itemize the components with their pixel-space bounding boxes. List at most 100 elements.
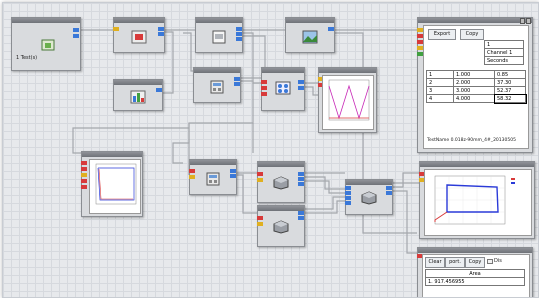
- output-port[interactable]: [236, 32, 242, 36]
- table-cell[interactable]: 2.000: [453, 78, 495, 87]
- table-cell[interactable]: 3: [426, 86, 454, 95]
- table-cell[interactable]: 58.32: [493, 93, 527, 104]
- chart-plot[interactable]: [89, 159, 141, 214]
- input-port[interactable]: [189, 169, 195, 173]
- output-port[interactable]: [298, 172, 304, 176]
- header-cell[interactable]: Channel 1: [484, 48, 524, 57]
- node-title[interactable]: [286, 18, 334, 23]
- output-port[interactable]: [234, 82, 240, 86]
- output-port[interactable]: [158, 32, 164, 36]
- output-port[interactable]: [386, 191, 392, 195]
- output-port[interactable]: [298, 182, 304, 186]
- image-node[interactable]: [285, 17, 335, 53]
- export-button[interactable]: port.: [445, 257, 465, 268]
- table-cell[interactable]: 1.000: [453, 70, 495, 79]
- node-title[interactable]: [258, 162, 304, 167]
- node-title[interactable]: [418, 18, 532, 23]
- node-title[interactable]: [319, 68, 376, 73]
- output-port[interactable]: [298, 80, 304, 84]
- input-port[interactable]: [257, 178, 263, 182]
- input-port[interactable]: [81, 173, 87, 177]
- node-title[interactable]: [190, 160, 236, 165]
- output-port[interactable]: [298, 211, 304, 215]
- node-title[interactable]: [114, 18, 164, 23]
- node-title[interactable]: [262, 68, 304, 73]
- output-port[interactable]: [230, 169, 236, 173]
- minimize-icon[interactable]: [520, 18, 525, 24]
- output-port[interactable]: [230, 174, 236, 178]
- table-row[interactable]: 4 4.000 58.32: [426, 93, 527, 104]
- input-port[interactable]: [257, 222, 263, 226]
- output-port[interactable]: [298, 86, 304, 90]
- input-port[interactable]: [345, 201, 351, 205]
- area-viewer-node[interactable]: Clear port. Copy Dis Area 1. 917.456955: [417, 247, 533, 297]
- chart-plot[interactable]: [424, 169, 532, 236]
- input-port[interactable]: [113, 27, 119, 31]
- display-checkbox[interactable]: [487, 259, 493, 264]
- input-port[interactable]: [189, 175, 195, 179]
- input-port[interactable]: [261, 86, 267, 90]
- node-title[interactable]: [346, 180, 392, 185]
- xy-chart-node[interactable]: [419, 161, 535, 239]
- table-cell[interactable]: 1: [426, 70, 454, 79]
- node-title[interactable]: [196, 18, 242, 23]
- cube-node[interactable]: [345, 179, 393, 215]
- process-node[interactable]: [261, 67, 305, 111]
- output-port[interactable]: [156, 88, 162, 92]
- output-port[interactable]: [73, 34, 79, 38]
- process-node[interactable]: [113, 17, 165, 53]
- header-cell[interactable]: 1: [484, 40, 524, 49]
- input-port[interactable]: [257, 216, 263, 220]
- table-cell[interactable]: 2: [426, 78, 454, 87]
- close-icon[interactable]: [526, 18, 531, 24]
- output-port[interactable]: [386, 186, 392, 190]
- area-header[interactable]: Area: [425, 269, 525, 278]
- process-node[interactable]: [195, 17, 243, 53]
- source-node-title[interactable]: [12, 18, 80, 23]
- area-value[interactable]: 1. 917.456955: [425, 277, 525, 286]
- chart-plot[interactable]: [322, 75, 374, 130]
- cube-node[interactable]: [257, 161, 305, 203]
- output-port[interactable]: [234, 77, 240, 81]
- output-port[interactable]: [298, 216, 304, 220]
- input-port[interactable]: [345, 186, 351, 190]
- clear-button[interactable]: Clear: [425, 257, 445, 268]
- input-port[interactable]: [81, 161, 87, 165]
- process-node[interactable]: [193, 67, 241, 103]
- process-node[interactable]: [189, 159, 237, 195]
- copy-button[interactable]: Copy: [465, 257, 485, 268]
- table-viewer-node[interactable]: Export Copy 1 Channel 1 Seconds 1 1.000 …: [417, 17, 533, 153]
- scatter-chart-node[interactable]: [81, 151, 143, 217]
- input-port[interactable]: [81, 179, 87, 183]
- node-title[interactable]: [418, 248, 532, 253]
- table-cell[interactable]: 3.000: [453, 86, 495, 95]
- header-cell[interactable]: Seconds: [484, 56, 524, 65]
- line-chart-node[interactable]: [318, 67, 377, 133]
- input-port[interactable]: [257, 172, 263, 176]
- table-cell[interactable]: 0.85: [494, 70, 526, 79]
- table-row[interactable]: 3 3.000 52.37: [426, 86, 526, 95]
- copy-button[interactable]: Copy: [460, 29, 484, 40]
- input-port[interactable]: [261, 80, 267, 84]
- node-title[interactable]: [114, 80, 162, 85]
- input-port[interactable]: [345, 196, 351, 200]
- output-port[interactable]: [73, 28, 79, 32]
- process-node[interactable]: [113, 79, 163, 111]
- node-title[interactable]: [194, 68, 240, 73]
- output-port[interactable]: [236, 27, 242, 31]
- output-port[interactable]: [236, 37, 242, 41]
- input-port[interactable]: [81, 185, 87, 189]
- input-port[interactable]: [345, 191, 351, 195]
- cube-node[interactable]: [257, 205, 305, 247]
- input-port[interactable]: [81, 167, 87, 171]
- table-cell[interactable]: 4: [426, 94, 454, 103]
- table-row[interactable]: 1 1.000 0.85: [426, 70, 526, 79]
- table-cell[interactable]: 37.30: [494, 78, 526, 87]
- node-title[interactable]: [82, 152, 142, 157]
- workflow-canvas[interactable]: 1 Test(s) Export Copy 1 Channel 1 Second…: [2, 2, 539, 298]
- output-port[interactable]: [328, 27, 334, 31]
- table-cell[interactable]: 4.000: [453, 94, 495, 103]
- table-cell[interactable]: 52.37: [494, 86, 526, 95]
- input-port[interactable]: [261, 92, 267, 96]
- export-button[interactable]: Export: [428, 29, 456, 40]
